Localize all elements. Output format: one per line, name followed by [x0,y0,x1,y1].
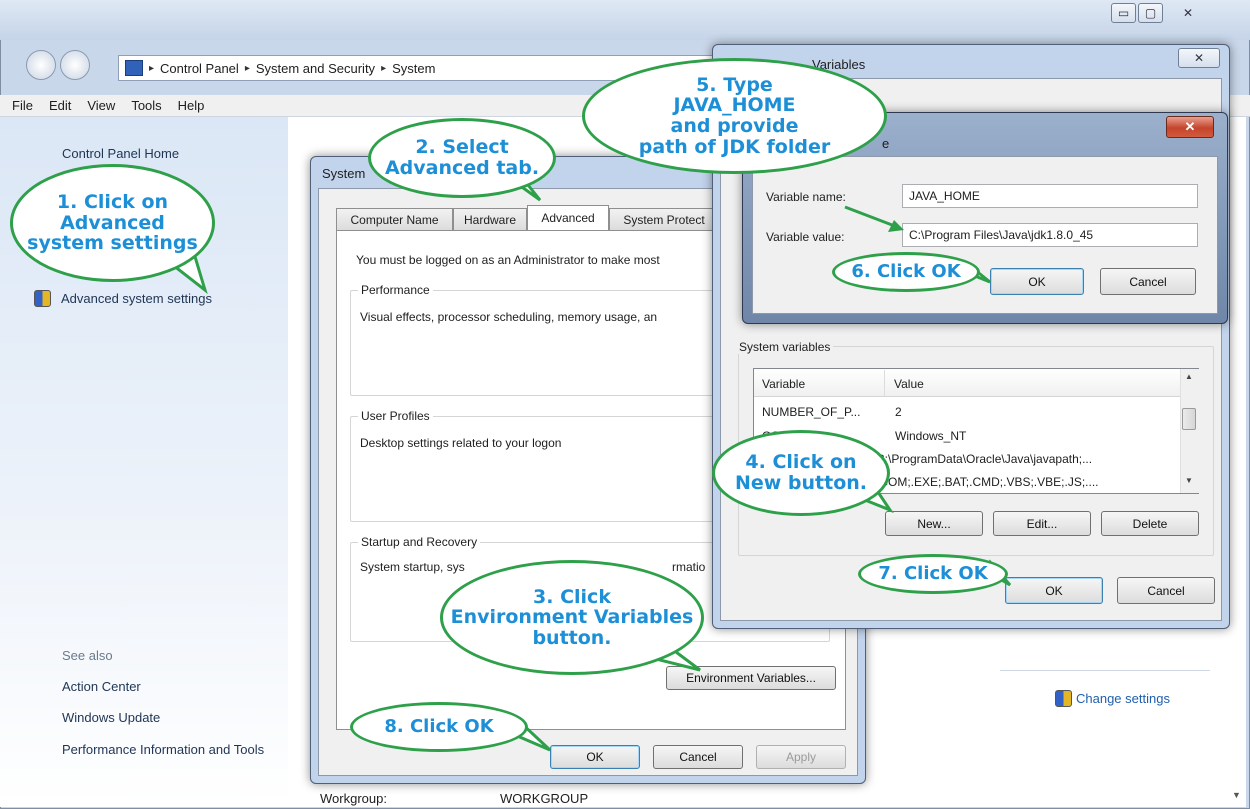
callout-step-8: 8. Click OK [350,702,528,752]
callout-step-7: 7. Click OK [858,554,1008,594]
arrow-head [888,220,904,232]
callout-step-6: 6. Click OK [832,252,980,292]
callout-step-3: 3. Click Environment Variables button. [440,560,704,675]
callout-step-5: 5. Type JAVA_HOME and provide path of JD… [582,58,887,174]
callout-step-2: 2. Select Advanced tab. [368,118,556,198]
callout-step-4: 4. Click on New button. [712,430,890,516]
callout-step-1: 1. Click on Advanced system settings [10,164,215,282]
